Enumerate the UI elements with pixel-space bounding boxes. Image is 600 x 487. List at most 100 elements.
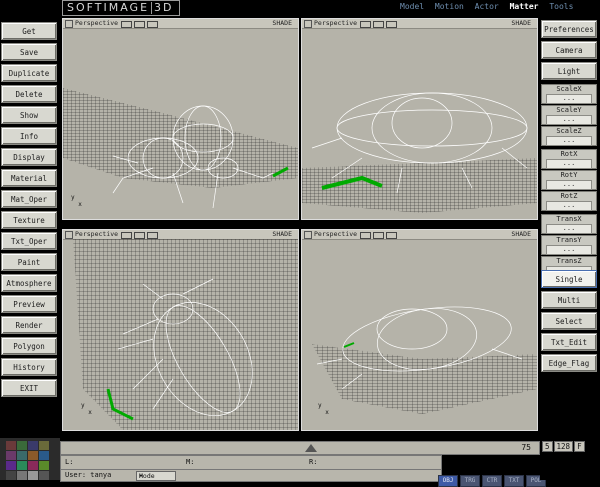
camera-icon[interactable] xyxy=(121,21,132,28)
palette-swatch[interactable] xyxy=(39,451,49,460)
edge-flag-button[interactable]: Edge_Flag xyxy=(541,354,597,372)
menu-polygon-button[interactable]: Polygon xyxy=(1,337,57,355)
color-palette[interactable] xyxy=(0,438,60,480)
module-tools[interactable]: Tools xyxy=(549,2,573,11)
viewport-top-right[interactable]: Perspective SHADE xyxy=(301,18,538,220)
pan-icon[interactable] xyxy=(386,232,397,239)
palette-swatch[interactable] xyxy=(6,471,16,480)
multi-button[interactable]: Multi xyxy=(541,291,597,309)
end-frame[interactable]: 128 xyxy=(553,441,574,452)
palette-swatch[interactable] xyxy=(28,461,38,470)
palette-swatch[interactable] xyxy=(39,461,49,470)
light-button[interactable]: Light xyxy=(541,62,597,80)
menu-history-button[interactable]: History xyxy=(1,358,57,376)
palette-swatch[interactable] xyxy=(17,471,27,480)
menu-material-button[interactable]: Material xyxy=(1,169,57,187)
filter-ctr-button[interactable]: CTR xyxy=(482,475,502,487)
viewport-maximize-icon[interactable] xyxy=(304,231,312,239)
scalex-field[interactable]: ScaleX... xyxy=(541,84,597,104)
menu-delete-button[interactable]: Delete xyxy=(1,85,57,103)
zoom-icon[interactable] xyxy=(134,21,145,28)
viewport-bottom-left[interactable]: Perspective SHADE y x xyxy=(62,229,299,431)
menu-duplicate-button[interactable]: Duplicate xyxy=(1,64,57,82)
palette-swatch[interactable] xyxy=(39,471,49,480)
viewport-mode-label[interactable]: SHADE xyxy=(511,230,531,239)
roty-field[interactable]: RotY... xyxy=(541,170,597,190)
timeline-marker-icon[interactable] xyxy=(305,444,317,452)
filter-trg-button[interactable]: TRG xyxy=(460,475,480,487)
viewport-bottom-right[interactable]: Perspective SHADE y x xyxy=(301,229,538,431)
zoom-icon[interactable] xyxy=(373,21,384,28)
palette-swatch[interactable] xyxy=(6,441,16,450)
menu-atmosphere-button[interactable]: Atmosphere xyxy=(1,274,57,292)
palette-swatch[interactable] xyxy=(17,461,27,470)
field-value[interactable]: ... xyxy=(546,201,592,211)
zoom-icon[interactable] xyxy=(373,232,384,239)
viewport-mode-label[interactable]: SHADE xyxy=(272,19,292,28)
viewport-maximize-icon[interactable] xyxy=(65,20,73,28)
menu-txt-oper-button[interactable]: Txt_Oper xyxy=(1,232,57,250)
menu-paint-button[interactable]: Paint xyxy=(1,253,57,271)
camera-icon[interactable] xyxy=(121,232,132,239)
preferences-button[interactable]: Preferences xyxy=(541,20,597,38)
viewport-maximize-icon[interactable] xyxy=(304,20,312,28)
rotz-field[interactable]: RotZ... xyxy=(541,191,597,211)
menu-texture-button[interactable]: Texture xyxy=(1,211,57,229)
menu-display-button[interactable]: Display xyxy=(1,148,57,166)
viewport-mode-label[interactable]: SHADE xyxy=(511,19,531,28)
end-frame-suffix[interactable]: F xyxy=(574,441,585,452)
viewport-view-label[interactable]: Perspective xyxy=(75,230,118,239)
field-value[interactable]: ... xyxy=(546,136,592,146)
filter-txt-button[interactable]: TXT xyxy=(504,475,524,487)
menu-save-button[interactable]: Save xyxy=(1,43,57,61)
menu-exit-button[interactable]: EXIT xyxy=(1,379,57,397)
palette-swatch[interactable] xyxy=(28,471,38,480)
module-matter[interactable]: Matter xyxy=(510,2,539,11)
field-value[interactable]: ... xyxy=(546,159,592,169)
module-actor[interactable]: Actor xyxy=(475,2,499,11)
scalez-field[interactable]: ScaleZ... xyxy=(541,126,597,146)
palette-swatch[interactable] xyxy=(6,461,16,470)
filter-obj-button[interactable]: OBJ xyxy=(438,475,458,487)
start-frame[interactable]: 5 xyxy=(542,441,553,452)
single-button[interactable]: Single xyxy=(541,270,597,288)
transx-field[interactable]: TransX... xyxy=(541,214,597,234)
palette-swatch[interactable] xyxy=(39,441,49,450)
transy-field[interactable]: TransY... xyxy=(541,235,597,255)
camera-icon[interactable] xyxy=(360,21,371,28)
timeline-slider[interactable]: 75 xyxy=(60,441,540,455)
palette-swatch[interactable] xyxy=(28,451,38,460)
viewport-top-left[interactable]: Perspective SHADE y x xyxy=(62,18,299,220)
module-motion[interactable]: Motion xyxy=(435,2,464,11)
zoom-icon[interactable] xyxy=(134,232,145,239)
viewport-mode-label[interactable]: SHADE xyxy=(272,230,292,239)
pan-icon[interactable] xyxy=(147,21,158,28)
select-button[interactable]: Select xyxy=(541,312,597,330)
menu-get-button[interactable]: Get xyxy=(1,22,57,40)
camera-icon[interactable] xyxy=(360,232,371,239)
field-value[interactable]: ... xyxy=(546,245,592,255)
pan-icon[interactable] xyxy=(386,21,397,28)
field-value[interactable]: ... xyxy=(546,180,592,190)
menu-preview-button[interactable]: Preview xyxy=(1,295,57,313)
menu-info-button[interactable]: Info xyxy=(1,127,57,145)
viewport-view-label[interactable]: Perspective xyxy=(75,19,118,28)
scaley-field[interactable]: ScaleY... xyxy=(541,105,597,125)
palette-swatch[interactable] xyxy=(28,441,38,450)
current-frame[interactable]: 75 xyxy=(521,442,531,454)
field-value[interactable]: ... xyxy=(546,224,592,234)
rotx-field[interactable]: RotX... xyxy=(541,149,597,169)
txt-edit-button[interactable]: Txt_Edit xyxy=(541,333,597,351)
field-value[interactable]: ... xyxy=(546,115,592,125)
camera-button[interactable]: Camera xyxy=(541,41,597,59)
palette-swatch[interactable] xyxy=(6,451,16,460)
field-value[interactable]: ... xyxy=(546,94,592,104)
viewport-view-label[interactable]: Perspective xyxy=(314,19,357,28)
pan-icon[interactable] xyxy=(147,232,158,239)
palette-swatch[interactable] xyxy=(17,451,27,460)
module-model[interactable]: Model xyxy=(400,2,424,11)
menu-show-button[interactable]: Show xyxy=(1,106,57,124)
palette-swatch[interactable] xyxy=(17,441,27,450)
viewport-view-label[interactable]: Perspective xyxy=(314,230,357,239)
menu-mat-oper-button[interactable]: Mat_Oper xyxy=(1,190,57,208)
